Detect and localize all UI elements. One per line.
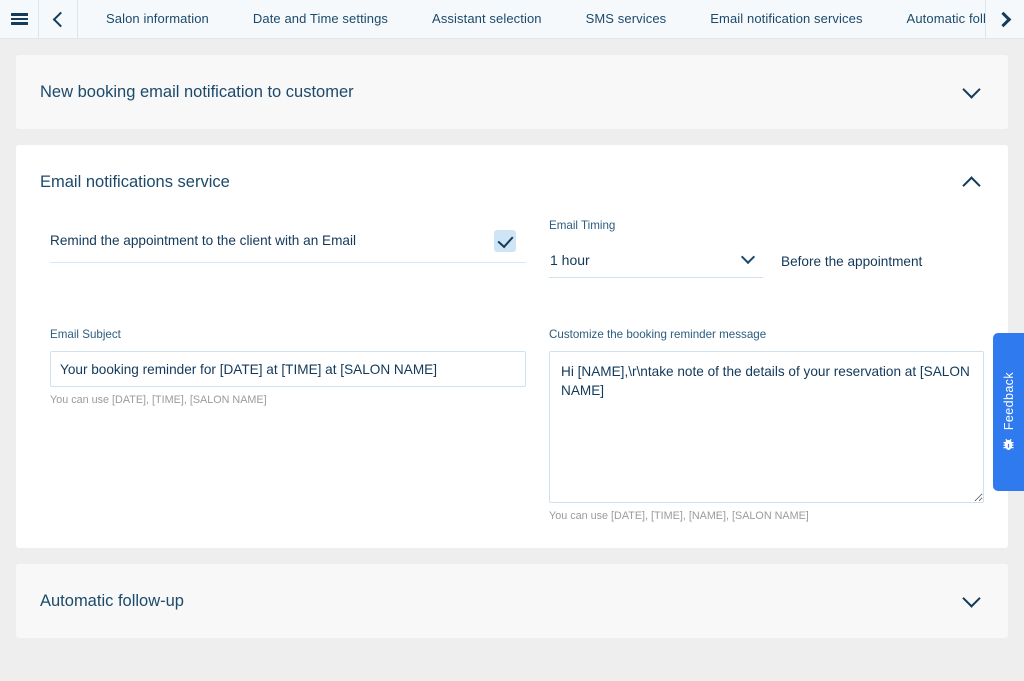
reminder-message-textarea[interactable]: Hi [NAME],\r\ntake note of the details o…	[549, 351, 984, 503]
hamburger-menu-button[interactable]	[0, 0, 38, 38]
email-timing-label: Email Timing	[549, 219, 616, 232]
panel-new-booking-email-notification[interactable]: New booking email notification to custom…	[16, 55, 1008, 129]
tab-sms-services[interactable]: SMS services	[564, 0, 689, 38]
panel-email-notifications-service: Email notifications service Remind the a…	[16, 145, 1008, 548]
remind-client-row[interactable]: Remind the appointment to the client wit…	[50, 219, 526, 263]
email-subject-label: Email Subject	[50, 328, 121, 341]
email-subject-column: Email Subject You can use [DATE], [TIME]…	[40, 328, 526, 406]
reminder-message-label: Customize the booking reminder message	[549, 328, 767, 341]
chevron-up-icon[interactable]	[962, 175, 981, 195]
tab-list: Salon information Date and Time settings…	[78, 0, 985, 38]
panel-title: Email notifications service	[40, 172, 230, 191]
chevron-right-icon	[995, 11, 1011, 27]
page-content: New booking email notification to custom…	[0, 39, 1024, 681]
chevron-left-icon	[52, 11, 68, 27]
email-timing-value: 1 hour	[550, 251, 590, 268]
reminder-message-helper-text: You can use [DATE], [TIME], [NAME], [SAL…	[549, 510, 809, 522]
panel-body: Remind the appointment to the client wit…	[16, 219, 1008, 548]
nav-scroll-back-button[interactable]	[39, 0, 77, 38]
email-timing-control-group: 1 hour Before the appointment	[549, 242, 984, 278]
tab-salon-information[interactable]: Salon information	[78, 0, 231, 38]
top-navigation-bar: Salon information Date and Time settings…	[0, 0, 1024, 39]
remind-client-label: Remind the appointment to the client wit…	[50, 233, 357, 248]
bug-icon	[1003, 438, 1014, 451]
reminder-message-column: Customize the booking reminder message H…	[526, 328, 984, 522]
nav-scroll-forward-button[interactable]	[986, 0, 1024, 38]
reminder-settings-row: Remind the appointment to the client wit…	[40, 219, 984, 278]
email-subject-input[interactable]	[50, 351, 526, 387]
panel-title: Automatic follow-up	[40, 591, 184, 610]
feedback-tab-button[interactable]: Feedback	[993, 333, 1024, 491]
remind-client-checkbox[interactable]	[494, 229, 516, 252]
tab-assistant-selection[interactable]: Assistant selection	[410, 0, 564, 38]
email-timing-select[interactable]: 1 hour	[549, 242, 763, 278]
tab-automatic-follow-up[interactable]: Automatic follow-up	[885, 0, 985, 38]
chevron-down-icon[interactable]	[962, 588, 981, 608]
message-fields-row: Email Subject You can use [DATE], [TIME]…	[40, 328, 984, 522]
panel-automatic-follow-up[interactable]: Automatic follow-up	[16, 564, 1008, 638]
email-timing-suffix: Before the appointment	[781, 254, 923, 269]
chevron-down-icon	[740, 249, 756, 264]
email-subject-helper-text: You can use [DATE], [TIME], [SALON NAME]	[50, 394, 267, 406]
panel-header[interactable]: New booking email notification to custom…	[16, 55, 1008, 129]
panel-header[interactable]: Email notifications service	[16, 145, 1008, 219]
tab-date-and-time-settings[interactable]: Date and Time settings	[231, 0, 410, 38]
hamburger-icon	[10, 13, 28, 25]
tab-email-notification-services[interactable]: Email notification services	[688, 0, 884, 38]
reminder-toggle-column: Remind the appointment to the client wit…	[40, 219, 526, 263]
chevron-down-icon[interactable]	[962, 79, 981, 99]
app-window: Salon information Date and Time settings…	[0, 0, 1024, 681]
feedback-label: Feedback	[1001, 371, 1016, 431]
panel-header[interactable]: Automatic follow-up	[16, 564, 1008, 638]
email-timing-column: Email Timing 1 hour Before the appointme…	[526, 219, 984, 278]
panel-title: New booking email notification to custom…	[40, 82, 354, 101]
